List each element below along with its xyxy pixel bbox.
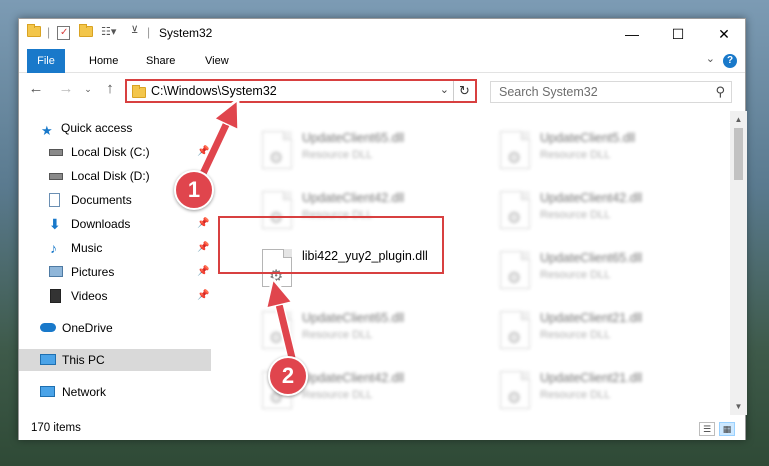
arrow-1 xyxy=(196,112,232,184)
arrow-2 xyxy=(276,292,296,362)
annotation-arrows xyxy=(195,0,297,363)
step-1-badge: 1 xyxy=(174,170,214,210)
step-2-badge: 2 xyxy=(268,356,308,396)
